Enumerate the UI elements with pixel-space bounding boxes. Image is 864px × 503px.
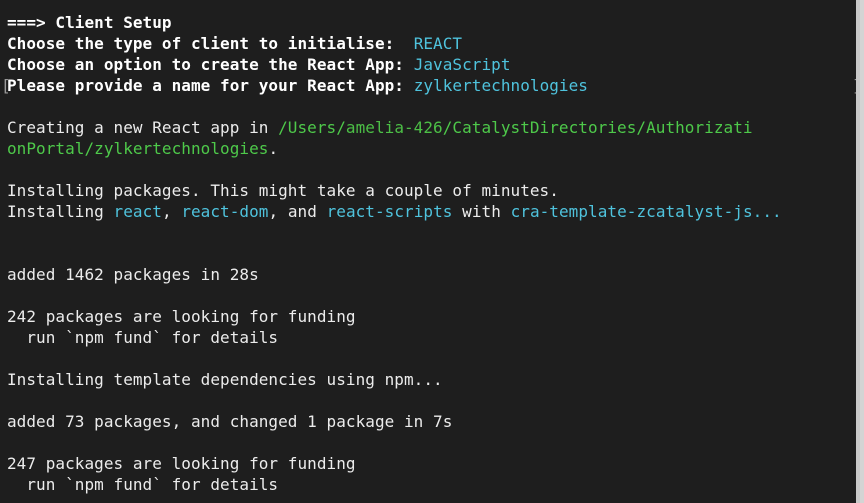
line-client-setup-header: ===> Client Setup (7, 12, 856, 33)
line-blank (7, 285, 856, 306)
line-npm-fund-2: run `npm fund` for details (7, 474, 856, 495)
prompt-answer: REACT (413, 34, 463, 53)
path-username: amelia-426 (345, 118, 443, 137)
prompt-label: Choose an option to create the React App… (7, 55, 414, 74)
bracket-close: ] (852, 75, 856, 96)
output-text: . (268, 139, 279, 158)
output-text: run `npm fund` for details (7, 328, 279, 347)
line-creating-app-cont: onPortal/zylkertechnologies. (7, 138, 856, 159)
package-name: react-scripts (326, 202, 453, 221)
line-funding: 242 packages are looking for funding (7, 306, 856, 327)
terminal-output: ===> Client Setup Choose the type of cli… (1, 12, 856, 495)
line-installing-packages: Installing packages. This might take a c… (7, 180, 856, 201)
output-text: run `npm fund` for details (7, 475, 279, 494)
output-text: with (452, 202, 511, 221)
line-creating-app: Creating a new React app in /Users/ameli… (7, 117, 856, 138)
line-blank (7, 159, 856, 180)
line-blank (7, 96, 856, 117)
line-installing-deps: Installing react, react-dom, and react-s… (7, 201, 856, 222)
line-template-deps: Installing template dependencies using n… (7, 369, 856, 390)
line-app-name: [Please provide a name for your React Ap… (1, 75, 856, 96)
path-segment: /Users/ (278, 118, 346, 137)
output-text: 242 packages are looking for funding (7, 307, 356, 326)
template-name: cra-template-zcatalyst-js... (510, 202, 782, 221)
prompt-label: Choose the type of client to initialise: (7, 34, 414, 53)
package-name: react-dom (181, 202, 269, 221)
line-added-template-packages: added 73 packages, and changed 1 package… (7, 411, 856, 432)
output-text: Installing template dependencies using n… (7, 370, 443, 389)
line-funding-2: 247 packages are looking for funding (7, 453, 856, 474)
output-text: added 73 packages, and changed 1 package… (7, 412, 453, 431)
output-text: added 1462 packages in 28s (7, 265, 259, 284)
output-text: Installing packages. This might take a c… (7, 181, 559, 200)
prompt-label: Please provide a name for your React App… (7, 76, 414, 95)
header-text: ===> Client Setup (7, 13, 172, 32)
line-blank (7, 348, 856, 369)
line-client-type: Choose the type of client to initialise:… (7, 33, 856, 54)
output-text: Installing (7, 202, 114, 221)
line-blank (7, 222, 856, 243)
prompt-answer: zylkertechnologies (413, 76, 588, 95)
line-blank (7, 243, 856, 264)
line-blank (7, 432, 856, 453)
line-react-option: Choose an option to create the React App… (7, 54, 856, 75)
output-text: , (161, 202, 182, 221)
output-text: 247 packages are looking for funding (7, 454, 356, 473)
line-added-packages: added 1462 packages in 28s (7, 264, 856, 285)
line-npm-fund: run `npm fund` for details (7, 327, 856, 348)
package-name: react (113, 202, 162, 221)
terminal-window[interactable]: ===> Client Setup Choose the type of cli… (0, 0, 860, 503)
path-segment: /CatalystDirectories/Authorizati (442, 118, 753, 137)
prompt-answer: JavaScript (413, 55, 511, 74)
output-text: Creating a new React app in (7, 118, 279, 137)
path-segment: onPortal/zylkertechnologies (7, 139, 269, 158)
bracket-open: [ (1, 76, 11, 95)
line-blank (7, 390, 856, 411)
output-text: , and (268, 202, 327, 221)
